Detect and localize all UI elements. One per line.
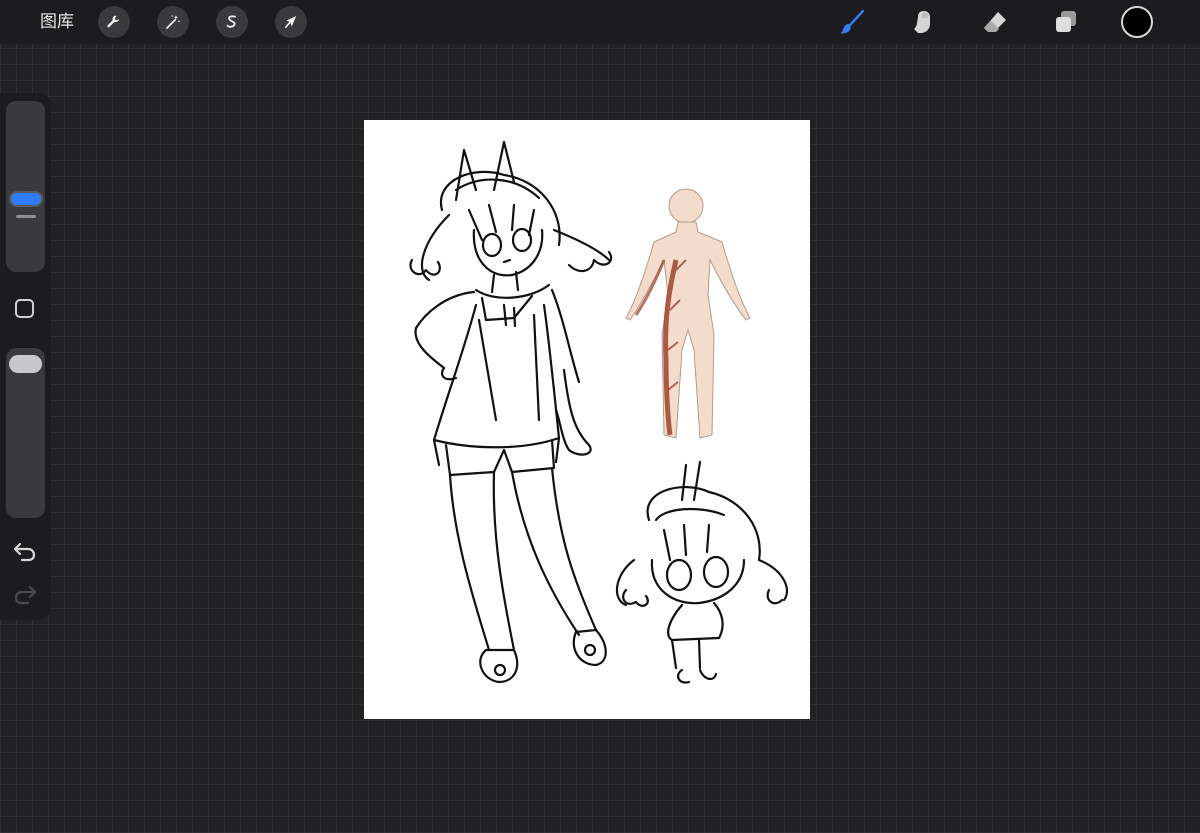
- magic-wand-icon: [166, 15, 180, 29]
- brush-size-slider[interactable]: [6, 101, 45, 272]
- left-sidebar: [0, 93, 51, 620]
- eraser-icon: [984, 12, 1006, 32]
- brush-tool[interactable]: [836, 6, 868, 38]
- layers-tool[interactable]: [1050, 6, 1082, 38]
- smudge-finger-icon: [914, 11, 930, 33]
- selection-s-icon: [226, 15, 236, 28]
- brush-icon: [840, 9, 865, 34]
- gallery-button[interactable]: 图库: [40, 11, 74, 33]
- actions-button[interactable]: [98, 6, 130, 38]
- modifier-button[interactable]: [15, 299, 34, 318]
- base-body-reference: [625, 188, 751, 439]
- layers-icon: [1056, 11, 1076, 32]
- redo-icon[interactable]: [12, 583, 38, 605]
- artwork: [409, 140, 789, 684]
- color-picker[interactable]: [1121, 6, 1153, 38]
- undo-icon[interactable]: [12, 540, 38, 562]
- wrench-icon: [107, 15, 120, 28]
- transform-button[interactable]: [275, 6, 307, 38]
- chibi-figure-sketch: [615, 460, 789, 684]
- brush-size-thumb[interactable]: [11, 193, 41, 205]
- eraser-tool[interactable]: [979, 6, 1011, 38]
- brush-opacity-thumb[interactable]: [9, 355, 42, 373]
- selection-button[interactable]: [216, 6, 248, 38]
- brush-opacity-slider[interactable]: [6, 348, 45, 518]
- large-figure-sketch: [409, 140, 613, 684]
- smudge-tool[interactable]: [907, 6, 939, 38]
- brush-size-marker: [16, 215, 36, 218]
- drawing-canvas[interactable]: [364, 120, 810, 719]
- arrow-cursor-icon: [284, 16, 297, 29]
- top-toolbar: 图库: [0, 0, 1200, 44]
- adjustments-button[interactable]: [157, 6, 189, 38]
